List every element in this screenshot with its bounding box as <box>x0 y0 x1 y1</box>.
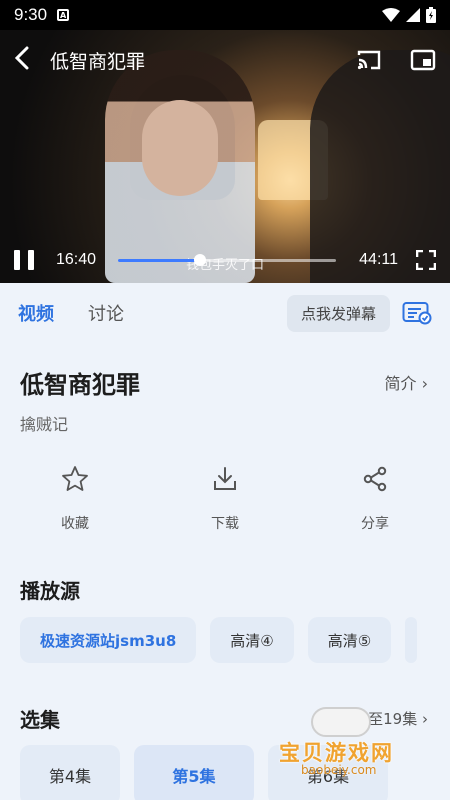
source-list: 极速资源站jsm3u8 高清④ 高清⑤ <box>20 617 418 663</box>
seek-bar-handle[interactable] <box>194 253 207 266</box>
cast-icon[interactable] <box>356 49 382 71</box>
download-button[interactable]: 下载 <box>150 465 300 533</box>
battery-icon <box>426 7 436 23</box>
download-icon <box>213 467 236 490</box>
tab-discussion[interactable]: 讨论 <box>88 300 124 326</box>
star-icon <box>62 466 88 491</box>
sources-title: 播放源 <box>20 579 80 603</box>
episode-chip[interactable]: 第4集 <box>20 745 120 800</box>
scene-face <box>142 100 218 196</box>
tab-video[interactable]: 视频 <box>18 300 54 326</box>
picture-in-picture-icon[interactable] <box>410 49 436 71</box>
duration: 44:11 <box>359 251 398 268</box>
favorite-button[interactable]: 收藏 <box>0 465 150 533</box>
video-player[interactable]: 低智商犯罪 钱包手灭了口 16:40 44:11 <box>0 30 450 283</box>
source-chip[interactable]: 高清④ <box>210 617 294 663</box>
cell-signal-icon <box>406 8 420 22</box>
status-bar: 9:30 A <box>0 0 450 30</box>
intro-link[interactable]: 简介 › <box>385 370 429 394</box>
player-top-bar: 低智商犯罪 <box>0 30 450 90</box>
share-icon <box>363 466 387 492</box>
seek-bar[interactable] <box>118 253 337 266</box>
current-time: 16:40 <box>56 251 97 268</box>
episode-name: 擒贼记 <box>20 415 69 434</box>
source-chip-partial[interactable] <box>405 617 418 663</box>
player-controls: 16:40 44:11 <box>0 240 450 280</box>
send-danmu-button[interactable]: 点我发弹幕 <box>286 294 390 332</box>
watermark-url: baobeiy.com <box>301 763 377 777</box>
status-time: 9:30 <box>14 5 48 24</box>
gamepad-icon <box>311 707 371 737</box>
wifi-icon <box>382 8 400 22</box>
danmu-settings-icon[interactable] <box>402 301 432 325</box>
share-label: 分享 <box>360 516 389 532</box>
share-button[interactable]: 分享 <box>300 465 450 533</box>
action-row: 收藏 下载 分享 <box>0 465 450 533</box>
watermark-logo: 宝贝游戏网 baobeiy.com <box>273 705 423 783</box>
status-icons <box>382 7 436 23</box>
favorite-label: 收藏 <box>60 516 89 532</box>
content-tabs: 视频 讨论 点我发弹幕 <box>0 283 450 343</box>
player-title: 低智商犯罪 <box>50 50 146 73</box>
source-chip[interactable]: 极速资源站jsm3u8 <box>20 617 197 663</box>
source-chip[interactable]: 高清⑤ <box>307 617 392 663</box>
pause-icon[interactable] <box>14 250 34 270</box>
seek-bar-fill <box>118 258 201 262</box>
download-label: 下载 <box>210 516 239 532</box>
show-title: 低智商犯罪 <box>20 371 140 399</box>
notification-a-icon: A <box>57 9 70 21</box>
fullscreen-icon[interactable] <box>416 250 436 270</box>
episode-chip[interactable]: 第5集 <box>134 745 254 800</box>
back-icon[interactable] <box>14 44 42 77</box>
episodes-title: 选集 <box>20 708 60 732</box>
